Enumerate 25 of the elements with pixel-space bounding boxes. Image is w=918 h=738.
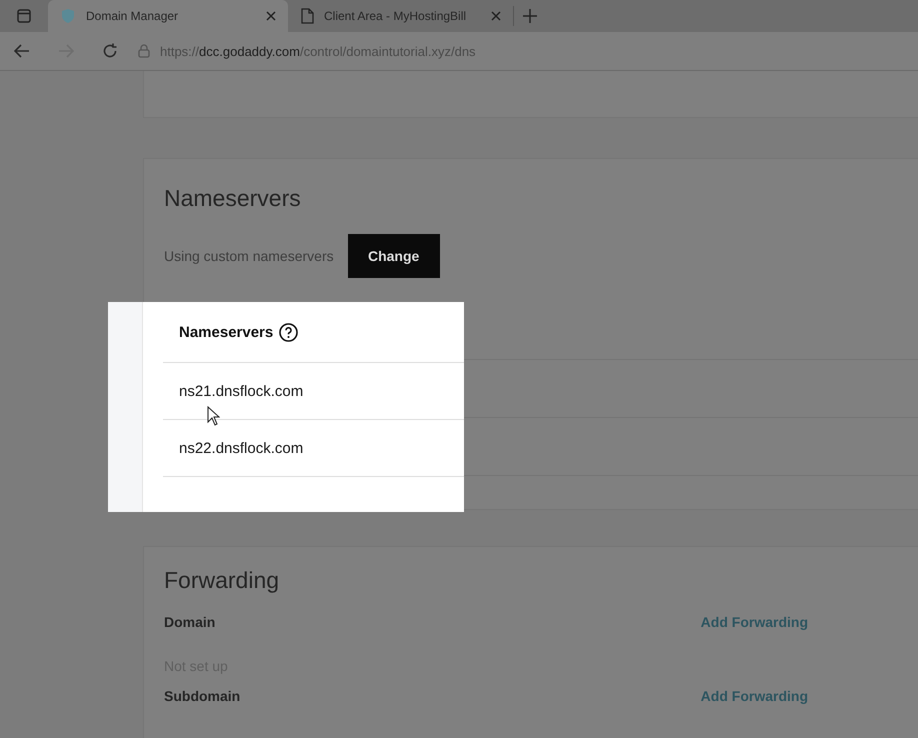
close-icon[interactable] [266, 11, 276, 21]
status-text: Using custom nameservers [164, 248, 334, 264]
help-icon[interactable] [279, 322, 298, 342]
section-title: Nameservers [164, 185, 302, 212]
close-icon[interactable] [491, 11, 501, 21]
tab-title: Domain Manager [86, 9, 180, 23]
cursor-icon [207, 406, 220, 426]
forwarding-label: Domain [164, 614, 216, 630]
browser-tab[interactable]: Client Area - MyHostingBill [288, 0, 513, 32]
reload-icon[interactable] [102, 43, 118, 59]
lock-icon [138, 44, 150, 58]
browser-tab[interactable]: Domain Manager [48, 0, 288, 32]
add-forwarding-link[interactable]: Add Forwarding [700, 614, 808, 630]
back-arrow-icon[interactable] [14, 44, 30, 58]
nameserver-cell: ns22.dnsflock.com [163, 420, 464, 477]
page-icon [300, 8, 314, 24]
window-icon[interactable] [17, 9, 31, 23]
column-heading: Nameservers [179, 324, 274, 340]
forwarding-label: Subdomain [164, 688, 242, 704]
change-button[interactable]: Change [348, 234, 440, 278]
section-title: Forwarding [164, 567, 280, 594]
shield-icon [60, 8, 76, 24]
add-forwarding-link[interactable]: Add Forwarding [700, 688, 808, 704]
tab-title: Client Area - MyHostingBill [324, 9, 468, 23]
plus-icon[interactable] [523, 9, 537, 23]
